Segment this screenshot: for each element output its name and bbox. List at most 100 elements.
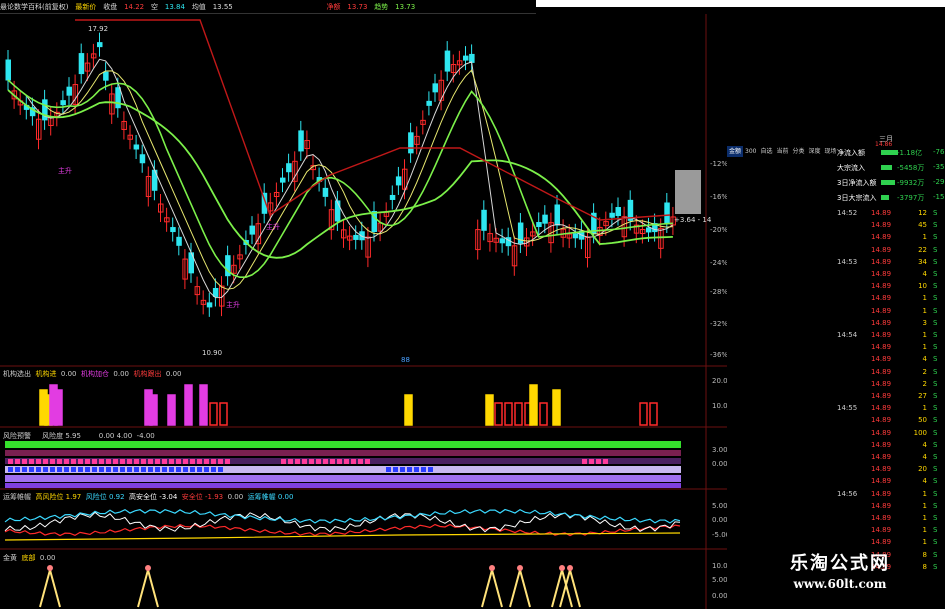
candle-body xyxy=(463,55,469,61)
risk-cell xyxy=(400,467,405,472)
tab-current[interactable]: 当前 xyxy=(774,146,790,157)
trade-side: S xyxy=(933,306,938,315)
signal-bar xyxy=(494,402,503,426)
risk-cell xyxy=(92,467,97,472)
trade-side: S xyxy=(933,538,938,547)
indicator-text: 高安全位 -3.04 xyxy=(128,493,178,501)
tab-live[interactable]: 现场 xyxy=(823,146,837,157)
trade-volume: 50 xyxy=(918,416,927,425)
trade-volume: 1 xyxy=(922,404,927,413)
risk-cell xyxy=(64,459,69,464)
tab-amount[interactable]: 金额 xyxy=(727,146,744,157)
trade-side: S xyxy=(933,270,938,278)
trade-side: S xyxy=(933,514,938,522)
signal-bar xyxy=(404,394,413,426)
risk-cell xyxy=(218,459,223,464)
candle-body xyxy=(170,227,176,233)
spike-dot xyxy=(567,565,573,571)
trade-time: 14:55 xyxy=(837,404,858,413)
indicator-text[interactable]: 金黄 xyxy=(3,554,17,562)
trade-price: 14.89 xyxy=(871,282,892,291)
axis-tick: 0.00 xyxy=(712,516,728,524)
trade-price: 14.89 xyxy=(871,318,892,327)
indicator-text: 运筹帷幄 0.00 xyxy=(247,493,294,501)
flow-row: 大宗流入 -5458万 -35 xyxy=(837,161,945,175)
risk-cell xyxy=(190,459,195,464)
spike-dot xyxy=(47,565,53,571)
risk-cell xyxy=(99,459,104,464)
trade-volume: 4 xyxy=(922,440,927,449)
trade-volume: 2 xyxy=(922,379,927,388)
candle-body xyxy=(408,132,414,154)
indicator-text[interactable]: 机构选出 xyxy=(3,370,31,378)
flow-value: -1.18亿 xyxy=(897,149,923,157)
pct-tick: -12% xyxy=(710,160,729,168)
candle-body xyxy=(499,238,506,244)
indicator-text: 0.00 xyxy=(98,432,117,440)
indicator-header: 金黄 底部 0.00 xyxy=(3,553,56,563)
trade-volume: 20 xyxy=(918,465,927,474)
trade-volume: 1 xyxy=(922,514,927,522)
indicator-text: 底部 xyxy=(21,554,36,562)
trade-row: 14.89 1 S xyxy=(837,232,945,243)
trade-side: S xyxy=(933,343,938,352)
quote-header: 三月 14.86 xyxy=(727,135,945,148)
tab-depth[interactable]: 深度 xyxy=(807,146,823,157)
risk-cell xyxy=(211,467,216,472)
risk-cell xyxy=(15,467,20,472)
trade-side: S xyxy=(933,209,938,217)
risk-cell xyxy=(113,459,118,464)
risk-cell xyxy=(421,467,426,472)
tab-category[interactable]: 分类 xyxy=(791,146,807,157)
signal-bar xyxy=(539,402,548,426)
trade-time: 14:56 xyxy=(837,489,858,498)
trade-side: S xyxy=(933,367,938,376)
risk-cell xyxy=(393,467,398,472)
trade-row: 14.89 1 S xyxy=(837,525,945,536)
candle-body xyxy=(353,234,359,240)
trade-price: 14.89 xyxy=(871,526,892,535)
indicator-text: 0.00 xyxy=(165,370,182,378)
trade-volume: 100 xyxy=(913,428,927,437)
candle-body xyxy=(5,59,11,81)
trade-volume: 45 xyxy=(918,221,927,230)
candle-body xyxy=(78,53,85,75)
spike-dot xyxy=(145,565,151,571)
spike-line xyxy=(481,566,503,608)
trade-price: 14.89 xyxy=(871,538,892,547)
axis-tick: 3.00 xyxy=(712,446,728,454)
indicator-text[interactable]: 运筹帷幄 xyxy=(3,493,31,501)
trade-price: 14.89 xyxy=(871,392,892,400)
trade-price: 14.89 xyxy=(871,465,892,474)
flow-value: -5458万 xyxy=(897,164,925,172)
low-price-mark: 10.90 xyxy=(202,349,223,357)
risk-cell xyxy=(71,459,76,464)
risk-cell xyxy=(43,467,48,472)
candle-body xyxy=(298,130,304,152)
risk-cell xyxy=(92,459,97,464)
tab-watchlist[interactable]: 自选 xyxy=(758,146,774,157)
trade-volume: 12 xyxy=(918,209,927,217)
trade-side: S xyxy=(933,331,938,339)
risk-cell xyxy=(57,467,62,472)
flow-label: 3日大宗流入 xyxy=(837,194,877,202)
trade-price: 14.89 xyxy=(871,270,892,278)
risk-cell xyxy=(36,459,41,464)
candle-body xyxy=(103,71,109,81)
trade-price: 14.89 xyxy=(871,489,892,498)
risk-cell xyxy=(183,459,188,464)
trade-row: 14.89 20 S xyxy=(837,464,945,475)
risk-cell xyxy=(176,459,181,464)
indicator-text[interactable]: 风险预警 xyxy=(3,432,31,440)
indicator-text: 风险位 0.92 xyxy=(85,493,125,501)
candle-body xyxy=(389,194,396,200)
risk-cell xyxy=(113,467,118,472)
trade-side: S xyxy=(933,477,938,486)
flow-label: 大宗流入 xyxy=(837,164,865,172)
trade-price: 14.89 xyxy=(871,355,892,364)
risk-cell xyxy=(36,467,41,472)
candle-body xyxy=(139,154,146,164)
signal-bar xyxy=(167,394,176,426)
watermark-title: 乐淘公式网 xyxy=(790,553,890,574)
tab-300[interactable]: 300 xyxy=(743,146,758,157)
